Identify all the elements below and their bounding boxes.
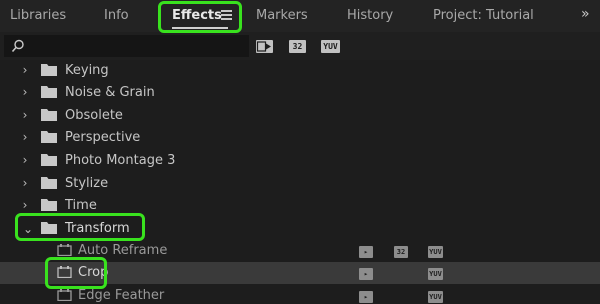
tree-folder-label: Noise & Grain — [65, 85, 155, 100]
32bit-badge: 32 — [394, 246, 408, 258]
effects-toolbar: 32 YUV — [0, 32, 600, 60]
effect-icon — [57, 266, 72, 278]
folder-open-icon — [41, 222, 57, 234]
yuv-filter-button[interactable]: YUV — [321, 40, 340, 53]
search-input[interactable] — [25, 36, 240, 56]
tab-overflow-icon[interactable]: » — [581, 6, 589, 22]
panel-tab-bar: Libraries Info Effects Markers History P… — [0, 0, 600, 32]
effect-icon — [57, 244, 72, 256]
panel-menu-icon[interactable] — [221, 10, 232, 21]
effect-label: Auto Reframe — [78, 243, 168, 258]
folder-icon — [41, 154, 57, 166]
chevron-right-icon[interactable]: › — [19, 154, 31, 166]
tree-folder-label: Time — [65, 198, 97, 213]
tree-folder-label: Obsolete — [65, 108, 123, 123]
tab-info[interactable]: Info — [104, 6, 129, 26]
tree-folder-label: Perspective — [65, 130, 141, 145]
tree-folder-photo-montage-3[interactable]: › Photo Montage 3 — [0, 150, 600, 172]
tab-project[interactable]: Project: Tutorial — [433, 6, 534, 26]
chevron-right-icon[interactable]: › — [19, 86, 31, 98]
yuv-badge: YUV — [428, 291, 443, 303]
tab-markers[interactable]: Markers — [256, 6, 308, 26]
active-tab-indicator — [172, 27, 228, 29]
effect-icon — [57, 289, 72, 301]
effect-label: Edge Feather — [78, 288, 165, 303]
search-box — [4, 35, 249, 57]
accelerated-icon — [256, 41, 271, 52]
32bit-filter-button[interactable]: 32 — [289, 40, 306, 53]
chevron-right-icon[interactable]: › — [19, 64, 31, 76]
folder-icon — [41, 199, 57, 211]
tree-folder-label: Keying — [65, 63, 109, 78]
chevron-down-icon[interactable]: ⌄ — [22, 223, 34, 235]
effects-tree: › Keying › Noise & Grain › Obsolete › Pe… — [0, 60, 600, 304]
chevron-right-icon[interactable]: › — [19, 199, 31, 211]
tab-effects[interactable]: Effects — [172, 6, 222, 26]
tree-folder-keying[interactable]: › Keying — [0, 60, 600, 82]
folder-icon — [41, 64, 57, 76]
accelerated-badge-icon: ▸ — [359, 291, 373, 303]
search-icon — [11, 39, 24, 53]
tree-folder-stylize[interactable]: › Stylize — [0, 173, 600, 195]
folder-icon — [41, 177, 57, 189]
chevron-right-icon[interactable]: › — [19, 131, 31, 143]
yuv-badge: YUV — [428, 246, 443, 258]
effect-label: Crop — [78, 265, 109, 280]
tree-folder-label: Transform — [65, 221, 130, 236]
effect-item-auto-reframe[interactable]: Auto Reframe ▸ 32 YUV — [0, 240, 600, 262]
tree-folder-obsolete[interactable]: › Obsolete — [0, 105, 600, 127]
accelerated-effects-filter-button[interactable] — [256, 40, 273, 53]
yuv-badge: YUV — [428, 268, 443, 280]
chevron-right-icon[interactable]: › — [19, 109, 31, 121]
accelerated-badge-icon: ▸ — [359, 246, 373, 258]
effect-item-crop[interactable]: Crop ▸ YUV — [0, 262, 600, 284]
tree-folder-perspective[interactable]: › Perspective — [0, 127, 600, 149]
tree-folder-time[interactable]: › Time — [0, 195, 600, 217]
folder-icon — [41, 86, 57, 98]
tree-folder-transform[interactable]: ⌄ Transform — [0, 218, 600, 240]
tree-folder-label: Stylize — [65, 176, 109, 191]
folder-icon — [41, 131, 57, 143]
effects-panel: Libraries Info Effects Markers History P… — [0, 0, 600, 304]
accelerated-badge-icon: ▸ — [359, 268, 373, 280]
tree-folder-label: Photo Montage 3 — [65, 153, 176, 168]
tree-folder-noise-grain[interactable]: › Noise & Grain — [0, 82, 600, 104]
tab-libraries[interactable]: Libraries — [10, 6, 66, 26]
folder-icon — [41, 109, 57, 121]
effect-item-edge-feather[interactable]: Edge Feather ▸ YUV — [0, 285, 600, 304]
tab-history[interactable]: History — [347, 6, 393, 26]
chevron-right-icon[interactable]: › — [19, 177, 31, 189]
